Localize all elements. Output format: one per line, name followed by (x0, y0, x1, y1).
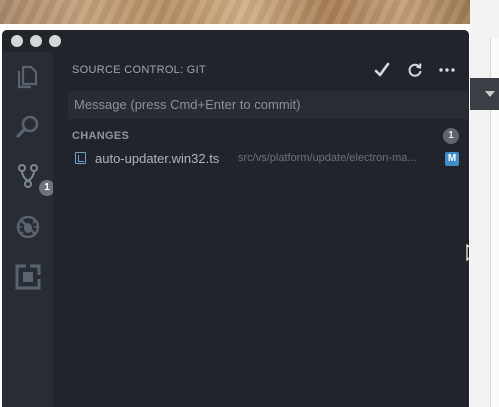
activity-bar: 1 (2, 52, 55, 407)
refresh-button[interactable] (405, 60, 425, 80)
commit-message-input[interactable]: Message (press Cmd+Enter to commit) (68, 91, 468, 119)
more-icon (439, 68, 455, 72)
close-window-button[interactable] (11, 35, 23, 47)
source-control-panel: SOURCE CONTROL: GIT Message (press Cmd+E… (53, 52, 469, 407)
activity-explorer[interactable] (15, 64, 41, 90)
caret-down-icon (485, 91, 495, 97)
activity-extensions[interactable] (15, 264, 41, 290)
debug-icon (16, 215, 40, 239)
activity-source-control[interactable]: 1 (15, 163, 55, 196)
changes-count-badge: 1 (443, 128, 459, 144)
source-control-icon (18, 164, 38, 188)
editor-window: 1 SOURCE CONTROL: GIT Message (press Cmd… (2, 30, 469, 407)
changed-file-row[interactable]: auto-updater.win32.ts src/vs/platform/up… (53, 148, 469, 170)
extensions-icon (15, 264, 41, 290)
file-name: auto-updater.win32.ts (95, 151, 220, 166)
minimize-window-button[interactable] (30, 35, 42, 47)
modified-status-badge: M (445, 152, 459, 166)
maximize-window-button[interactable] (49, 35, 61, 47)
typescript-file-icon (75, 152, 86, 164)
commit-check-icon (374, 62, 390, 77)
activity-debug[interactable] (15, 214, 41, 240)
desktop-background (0, 0, 470, 24)
activity-search[interactable] (15, 114, 41, 140)
refresh-icon (408, 63, 422, 77)
mouse-cursor-icon (466, 244, 469, 262)
search-icon (16, 115, 39, 138)
more-actions-button[interactable] (437, 60, 457, 80)
panel-title: SOURCE CONTROL: GIT (72, 64, 207, 76)
files-icon (17, 65, 38, 89)
changes-header[interactable]: CHANGES (72, 130, 129, 142)
commit-button[interactable] (372, 60, 392, 80)
title-bar (2, 30, 469, 52)
file-path: src/vs/platform/update/electron-ma... (238, 152, 417, 164)
background-dropdown[interactable] (470, 78, 499, 110)
